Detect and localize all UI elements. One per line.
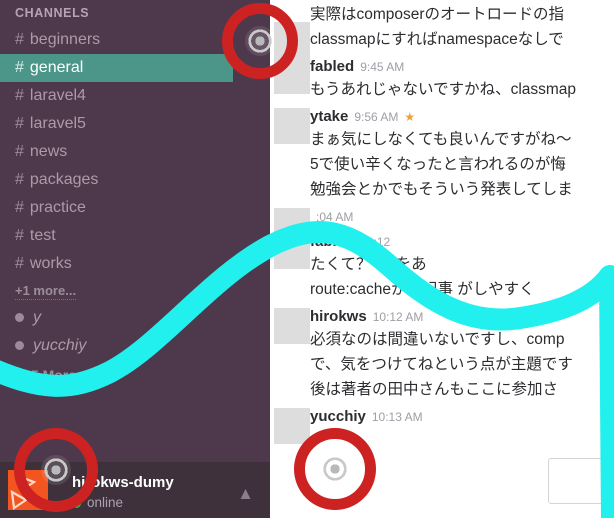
message-author[interactable]: ytake: [310, 108, 348, 125]
hash-icon: #: [15, 59, 24, 76]
message-timestamp: :04 AM: [316, 210, 354, 224]
message-list: 実際はcomposerのオートロードの指 classmapにすればnamespac…: [270, 0, 614, 444]
channel-label: laravel5: [29, 115, 86, 132]
message-author[interactable]: yucchiy: [310, 408, 366, 425]
message-timestamp: 10:13 AM: [371, 410, 423, 424]
message-text-line: 5で使い辛くなったと言われるのが悔: [310, 156, 566, 173]
star-icon[interactable]: ★: [404, 110, 415, 124]
sidebar: CHANNELS # beginners # general # laravel4 # lar…: [0, 0, 270, 518]
channel-label: laravel4: [29, 87, 86, 104]
message-author[interactable]: fabled: [310, 58, 354, 75]
message-text-line: route:cacheか一記事 がしやすく: [310, 281, 535, 298]
message-header: fabled 9:45 AM: [310, 56, 614, 77]
message-header: ytake 9:56 AM ★: [310, 106, 614, 127]
message-header: :04 AM: [310, 206, 614, 227]
presence-dot-icon: [15, 341, 24, 351]
user-footer[interactable]: hirokws-dumy online ▲: [0, 462, 270, 518]
sidebar-dm-yucchiy[interactable]: yucchiy: [0, 332, 270, 360]
message-input[interactable]: [548, 458, 614, 504]
sidebar-channel-works[interactable]: # works: [0, 250, 270, 278]
message-text-line: で、気をつけてねという点が主題です: [310, 356, 573, 373]
message-timestamp: 10:12 AM: [372, 310, 424, 324]
user-status-label: online: [87, 495, 124, 510]
message-text-line: 勉強会とかでもそういう発表してしま: [310, 181, 573, 198]
dms-more-label: +35 More...: [15, 367, 88, 385]
message-msg-hirokws-1012: hirokws 10:12 AM 必須なのは間違いないですし、comp で、気をつけて…: [270, 304, 614, 404]
channels-more-label: +1 more...: [15, 283, 77, 300]
message-text-line: 必須なのは間違いないですし、comp: [310, 331, 565, 348]
avatar[interactable]: [274, 308, 310, 344]
message-text-line: まぁ気にしなくても良いんですがね〜: [310, 131, 572, 148]
message-text-line: もうあれじゃないですかね、classmap: [310, 81, 577, 98]
message-header: yucchiy 10:13 AM: [310, 406, 614, 427]
message-msg-fabled-945: fabled 9:45 AM もうあれじゃないですかね、classmap: [270, 54, 614, 104]
message-timestamp: 9:45 AM: [360, 60, 405, 74]
channel-label: packages: [29, 171, 99, 188]
channels-more-link[interactable]: +1 more...: [0, 278, 270, 304]
message-author[interactable]: fabled: [310, 233, 354, 250]
sidebar-channel-practice[interactable]: # practice: [0, 194, 270, 222]
chevron-up-icon[interactable]: ▲: [237, 484, 254, 504]
sidebar-channel-laravel5[interactable]: # laravel5: [0, 110, 270, 138]
user-status: online: [72, 495, 123, 510]
channel-label: beginners: [29, 31, 101, 48]
message-text-line: 後は著者の田中さんもここに参加さ: [310, 381, 559, 398]
message-msg-ytake-956: ytake 9:56 AM ★ まぁ気にしなくても良いんですがね〜 5で使い辛くなったと…: [270, 104, 614, 204]
presence-dot-icon: [15, 313, 24, 323]
hash-icon: #: [15, 255, 24, 272]
sidebar-channel-laravel4[interactable]: # laravel4: [0, 82, 270, 110]
hash-icon: #: [15, 31, 24, 48]
channel-label: general: [29, 59, 84, 76]
message-timestamp: 9:56 AM: [354, 110, 399, 124]
sidebar-channel-test[interactable]: # test: [0, 222, 270, 250]
channel-label: practice: [29, 199, 86, 216]
channels-section-header: CHANNELS: [15, 6, 90, 20]
hash-icon: #: [15, 143, 24, 160]
avatar[interactable]: [274, 58, 310, 94]
dm-label: yucchiy: [33, 337, 87, 354]
message-text-line: たくて？（4をあ: [310, 256, 427, 273]
hash-icon: #: [15, 199, 24, 216]
message-msg-fabled-1012: fabled 10:12 たくて？（4をあ route:cacheか一記事 がしやすく: [270, 229, 614, 304]
user-name: hirokws-dumy: [72, 474, 174, 491]
message-msg-top-continuation: 実際はcomposerのオートロードの指 classmapにすればnamespac…: [270, 0, 614, 58]
message-text-line: 実際はcomposerのオートロードの指: [310, 6, 565, 23]
avatar[interactable]: [274, 22, 310, 58]
sidebar-channel-news[interactable]: # news: [0, 138, 270, 166]
hash-icon: #: [15, 227, 24, 244]
avatar[interactable]: [274, 233, 310, 269]
sidebar-channel-general[interactable]: # general: [0, 54, 233, 82]
dms-more-link[interactable]: +35 More...: [0, 360, 270, 390]
hash-icon: #: [15, 87, 24, 104]
message-author[interactable]: hirokws: [310, 308, 367, 325]
workspace-logo-icon: [8, 470, 48, 510]
message-header: fabled 10:12: [310, 231, 614, 252]
avatar[interactable]: [274, 408, 310, 444]
direct-message-list: y yucchiy: [0, 304, 270, 360]
hash-icon: #: [15, 115, 24, 132]
channel-label: news: [29, 143, 68, 160]
channel-label: works: [29, 255, 72, 272]
message-text-line: classmapにすればnamespaceなしで: [310, 31, 564, 48]
slack-window: CHANNELS # beginners # general # laravel4 # lar…: [0, 0, 614, 518]
online-dot-icon: [72, 498, 81, 508]
channel-list: # beginners # general # laravel4 # laravel5 # new…: [0, 26, 270, 278]
message-header: hirokws 10:12 AM: [310, 306, 614, 327]
sidebar-channel-beginners[interactable]: # beginners: [0, 26, 270, 54]
message-timestamp: 10:12: [360, 235, 391, 249]
sidebar-dm-y[interactable]: y: [0, 304, 270, 332]
channel-label: test: [29, 227, 56, 244]
message-msg-yucchiy-1013: yucchiy 10:13 AM: [270, 404, 614, 444]
message-pane[interactable]: 実際はcomposerのオートロードの指 classmapにすればnamespac…: [270, 0, 614, 518]
dm-label: y: [33, 309, 41, 326]
message-msg-hidden-1004: :04 AM: [270, 204, 614, 244]
sidebar-channel-packages[interactable]: # packages: [0, 166, 270, 194]
hash-icon: #: [15, 171, 24, 188]
avatar[interactable]: [274, 108, 310, 144]
